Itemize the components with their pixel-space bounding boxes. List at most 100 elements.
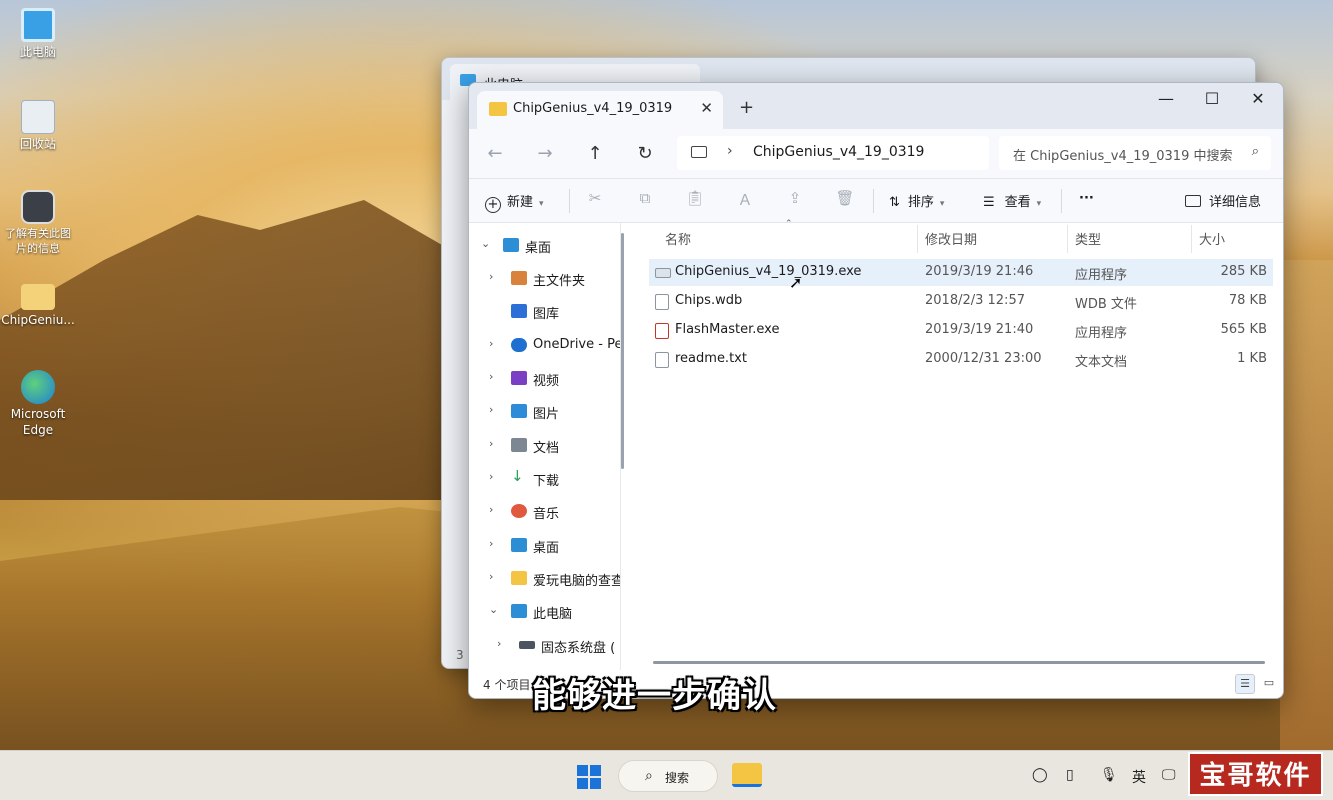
share-icon[interactable]: ⇪ [785, 189, 805, 209]
nav-item-onedrive[interactable]: › OneDrive - Pe [469, 331, 620, 359]
tab-chipgenius[interactable]: ChipGenius_v4_19_0319 ✕ [477, 91, 723, 129]
file-explorer-taskbar-icon[interactable] [732, 763, 762, 787]
copilot-icon[interactable]: ◯ [1032, 767, 1048, 783]
file-type: 文本文档 [1075, 355, 1128, 370]
file-size: 565 KB [1220, 322, 1267, 337]
nav-item-folder[interactable]: › 爱玩电脑的查查 [469, 564, 620, 592]
paste-icon[interactable]: 📋︎ [685, 189, 705, 209]
desktop-icon-label: Microsoft Edge [10, 407, 66, 437]
horizontal-scrollbar[interactable] [653, 661, 1265, 664]
command-bar: + 新建 ▾ ✂ ⧉ 📋︎ Ａ ⇪ 🗑︎ ⇅ 排序 ▾ ☰ 查看 ▾ ··· 详细信息 [469, 179, 1283, 223]
taskbar-search[interactable]: ⌕ 搜索 [618, 760, 718, 792]
network-icon[interactable]: 🖵︎ [1162, 767, 1176, 783]
chevron-right-icon[interactable]: › [489, 437, 493, 450]
file-size: 78 KB [1228, 293, 1267, 308]
download-icon: ↓ [511, 467, 524, 485]
microphone-icon[interactable]: 🎙︎ [1100, 767, 1118, 783]
maximize-button[interactable]: ☐ [1197, 89, 1227, 108]
chevron-right-icon[interactable]: › [489, 403, 493, 416]
column-divider[interactable] [1067, 225, 1068, 253]
copy-icon[interactable]: ⧉ [635, 189, 655, 209]
nav-item-documents[interactable]: › 文档 [469, 431, 620, 459]
desktop-icon-spotlight[interactable]: 了解有关此图片的信息 [0, 190, 76, 256]
up-arrow-icon[interactable]: ↑ [583, 143, 607, 164]
nav-item-label: 此电脑 [533, 607, 573, 622]
file-name[interactable]: ChipGenius_v4_19_0319.exe [675, 264, 861, 279]
windows-start-icon[interactable] [577, 765, 601, 789]
nav-item-home[interactable]: › 主文件夹 [469, 264, 620, 292]
chevron-right-icon[interactable]: › [489, 370, 493, 383]
search-box[interactable]: 在 ChipGenius_v4_19_0319 中搜索 ⌕ [999, 136, 1271, 170]
details-view-icon[interactable]: ☰ [1235, 674, 1255, 694]
chevron-right-icon[interactable]: › [489, 537, 493, 550]
nav-item-desktop[interactable]: ⌄ 桌面 [469, 231, 620, 259]
nav-item-pictures[interactable]: › 图片 [469, 397, 620, 425]
desktop-icon-this-pc[interactable]: 此电脑 [0, 8, 76, 60]
chevron-right-icon[interactable]: › [497, 637, 501, 650]
column-header-type[interactable]: 类型 [1075, 229, 1101, 248]
chevron-right-icon[interactable]: › [489, 570, 493, 583]
desktop-icon-chipgenius[interactable]: ChipGeniu... [0, 284, 76, 328]
column-divider[interactable] [917, 225, 918, 253]
explorer-window[interactable]: ChipGenius_v4_19_0319 ✕ + — ☐ ✕ ← → ↑ ↻ … [468, 82, 1284, 699]
file-name[interactable]: Chips.wdb [675, 293, 742, 308]
nav-item-label: 图片 [533, 407, 560, 422]
sort-button[interactable]: ⇅ 排序 ▾ [889, 191, 944, 210]
nav-item-this-pc[interactable]: ⌄ 此电脑 [469, 597, 620, 625]
rename-icon[interactable]: Ａ [735, 189, 755, 209]
wallpaper-hill-right [1280, 260, 1333, 750]
cut-icon[interactable]: ✂ [585, 189, 605, 209]
nav-item-label: 固态系统盘 ( [541, 641, 616, 656]
chevron-right-icon[interactable]: › [489, 503, 493, 516]
column-header-modified[interactable]: 修改日期 [925, 229, 977, 248]
nav-item-desktop-2[interactable]: › 桌面 [469, 531, 620, 559]
new-tab-button[interactable]: + [739, 97, 754, 118]
nav-item-videos[interactable]: › 视频 [469, 364, 620, 392]
tiles-view-icon[interactable]: ▭ [1259, 674, 1279, 694]
file-name[interactable]: readme.txt [675, 351, 747, 366]
chevron-right-icon[interactable]: › [489, 337, 493, 350]
tab-close-button[interactable]: ✕ [700, 99, 713, 117]
column-header-name[interactable]: 名称 [665, 229, 691, 248]
close-button[interactable]: ✕ [1243, 89, 1273, 108]
delete-icon[interactable]: 🗑︎ [835, 189, 855, 209]
nav-item-gallery[interactable]: 图库 [469, 297, 620, 325]
file-type: 应用程序 [1075, 268, 1128, 283]
file-row[interactable]: readme.txt 2000/12/31 23:00 文本文档 1 KB [649, 346, 1273, 373]
new-button[interactable]: + 新建 ▾ [485, 191, 544, 213]
chevron-right-icon[interactable]: › [727, 143, 733, 159]
divider [569, 189, 570, 213]
address-path[interactable]: ChipGenius_v4_19_0319 [753, 144, 924, 160]
nav-item-downloads[interactable]: › ↓ 下载 [469, 464, 620, 492]
refresh-icon[interactable]: ↻ [633, 143, 657, 164]
column-header-size[interactable]: 大小 [1199, 229, 1225, 248]
file-row[interactable]: FlashMaster.exe 2019/3/19 21:40 应用程序 565… [649, 317, 1273, 344]
nav-pane-scrollbar[interactable] [621, 233, 624, 469]
chevron-down-icon[interactable]: ⌄ [481, 237, 490, 250]
chevron-right-icon[interactable]: › [489, 470, 493, 483]
column-divider[interactable] [1191, 225, 1192, 253]
desktop-icon-recycle-bin[interactable]: 回收站 [0, 100, 76, 152]
search-input[interactable]: 在 ChipGenius_v4_19_0319 中搜索 [1013, 145, 1233, 164]
desktop-icon-label: 此电脑 [19, 45, 56, 59]
new-button-label: 新建 [507, 195, 534, 210]
nav-item-music[interactable]: › 音乐 [469, 497, 620, 525]
file-row[interactable]: Chips.wdb 2018/2/3 12:57 WDB 文件 78 KB [649, 288, 1273, 315]
usb-icon[interactable]: ▯ [1066, 767, 1074, 783]
more-options-button[interactable]: ··· [1079, 191, 1094, 206]
file-modified: 2000/12/31 23:00 [925, 351, 1042, 366]
folder-icon [511, 571, 527, 585]
nav-item-system-drive[interactable]: › 固态系统盘 ( [469, 631, 620, 659]
file-name[interactable]: FlashMaster.exe [675, 322, 779, 337]
ime-indicator[interactable]: 英 [1132, 767, 1146, 787]
forward-arrow-icon[interactable]: → [533, 143, 557, 164]
minimize-button[interactable]: — [1151, 89, 1181, 108]
details-button[interactable]: 详细信息 [1185, 191, 1261, 210]
back-arrow-icon[interactable]: ← [483, 143, 507, 164]
view-button[interactable]: ☰ 查看 ▾ [983, 191, 1041, 210]
desktop-icon-edge[interactable]: Microsoft Edge [0, 370, 76, 438]
chevron-right-icon[interactable]: › [489, 270, 493, 283]
chevron-down-icon[interactable]: ⌄ [489, 603, 498, 616]
address-bar[interactable]: › ChipGenius_v4_19_0319 [677, 136, 989, 170]
file-row[interactable]: ChipGenius_v4_19_0319.exe 2019/3/19 21:4… [649, 259, 1273, 286]
